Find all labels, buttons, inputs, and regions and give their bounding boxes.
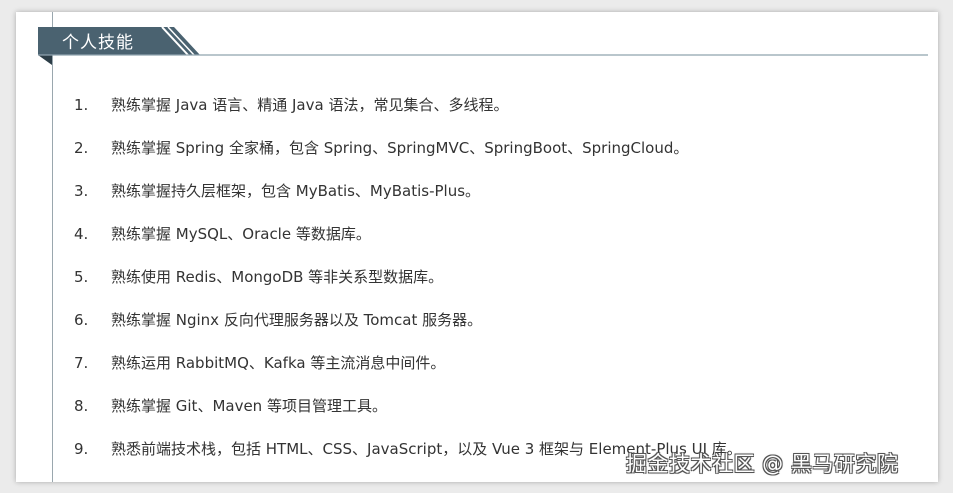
skill-text: 熟练掌握 MySQL、Oracle 等数据库。 bbox=[111, 225, 371, 243]
skill-item: 3. 熟练掌握持久层框架，包含 MyBatis、MyBatis-Plus。 bbox=[74, 180, 742, 223]
skill-item: 8. 熟练掌握 Git、Maven 等项目管理工具。 bbox=[74, 395, 742, 438]
skill-text: 熟练使用 Redis、MongoDB 等非关系型数据库。 bbox=[111, 268, 444, 286]
section-title: 个人技能 bbox=[62, 33, 134, 53]
skills-list: 1. 熟练掌握 Java 语言、精通 Java 语法，常见集合、多线程。 2. … bbox=[74, 94, 742, 481]
resume-page: 个人技能 1. 熟练掌握 Java 语言、精通 Java 语法，常见集合、多线程… bbox=[16, 12, 938, 482]
skill-number: 3. bbox=[74, 182, 89, 200]
skill-item: 4. 熟练掌握 MySQL、Oracle 等数据库。 bbox=[74, 223, 742, 266]
skill-number: 9. bbox=[74, 440, 89, 458]
skill-item: 2. 熟练掌握 Spring 全家桶，包含 Spring、SpringMVC、S… bbox=[74, 137, 742, 180]
skill-text: 熟练掌握持久层框架，包含 MyBatis、MyBatis-Plus。 bbox=[111, 182, 481, 200]
left-vertical-rule bbox=[52, 12, 53, 482]
header-tab-fold bbox=[38, 55, 52, 65]
skill-number: 7. bbox=[74, 354, 89, 372]
skill-text: 熟练掌握 Nginx 反向代理服务器以及 Tomcat 服务器。 bbox=[111, 311, 483, 329]
skill-text: 熟练掌握 Spring 全家桶，包含 Spring、SpringMVC、Spri… bbox=[111, 139, 689, 157]
skill-number: 4. bbox=[74, 225, 89, 243]
skill-item: 6. 熟练掌握 Nginx 反向代理服务器以及 Tomcat 服务器。 bbox=[74, 309, 742, 352]
skill-item: 1. 熟练掌握 Java 语言、精通 Java 语法，常见集合、多线程。 bbox=[74, 94, 742, 137]
skill-number: 2. bbox=[74, 139, 89, 157]
skill-text: 熟练掌握 Java 语言、精通 Java 语法，常见集合、多线程。 bbox=[111, 96, 509, 114]
skill-number: 8. bbox=[74, 397, 89, 415]
section-header-banner bbox=[38, 27, 928, 65]
skill-text: 熟练掌握 Git、Maven 等项目管理工具。 bbox=[111, 397, 387, 415]
watermark-text: 掘金技术社区 @ 黑马研究院 bbox=[626, 452, 899, 476]
skill-number: 5. bbox=[74, 268, 89, 286]
skill-number: 1. bbox=[74, 96, 89, 114]
skill-number: 6. bbox=[74, 311, 89, 329]
skill-text: 熟练运用 RabbitMQ、Kafka 等主流消息中间件。 bbox=[111, 354, 446, 372]
skill-item: 7. 熟练运用 RabbitMQ、Kafka 等主流消息中间件。 bbox=[74, 352, 742, 395]
skill-item: 5. 熟练使用 Redis、MongoDB 等非关系型数据库。 bbox=[74, 266, 742, 309]
section-header: 个人技能 bbox=[38, 27, 928, 67]
